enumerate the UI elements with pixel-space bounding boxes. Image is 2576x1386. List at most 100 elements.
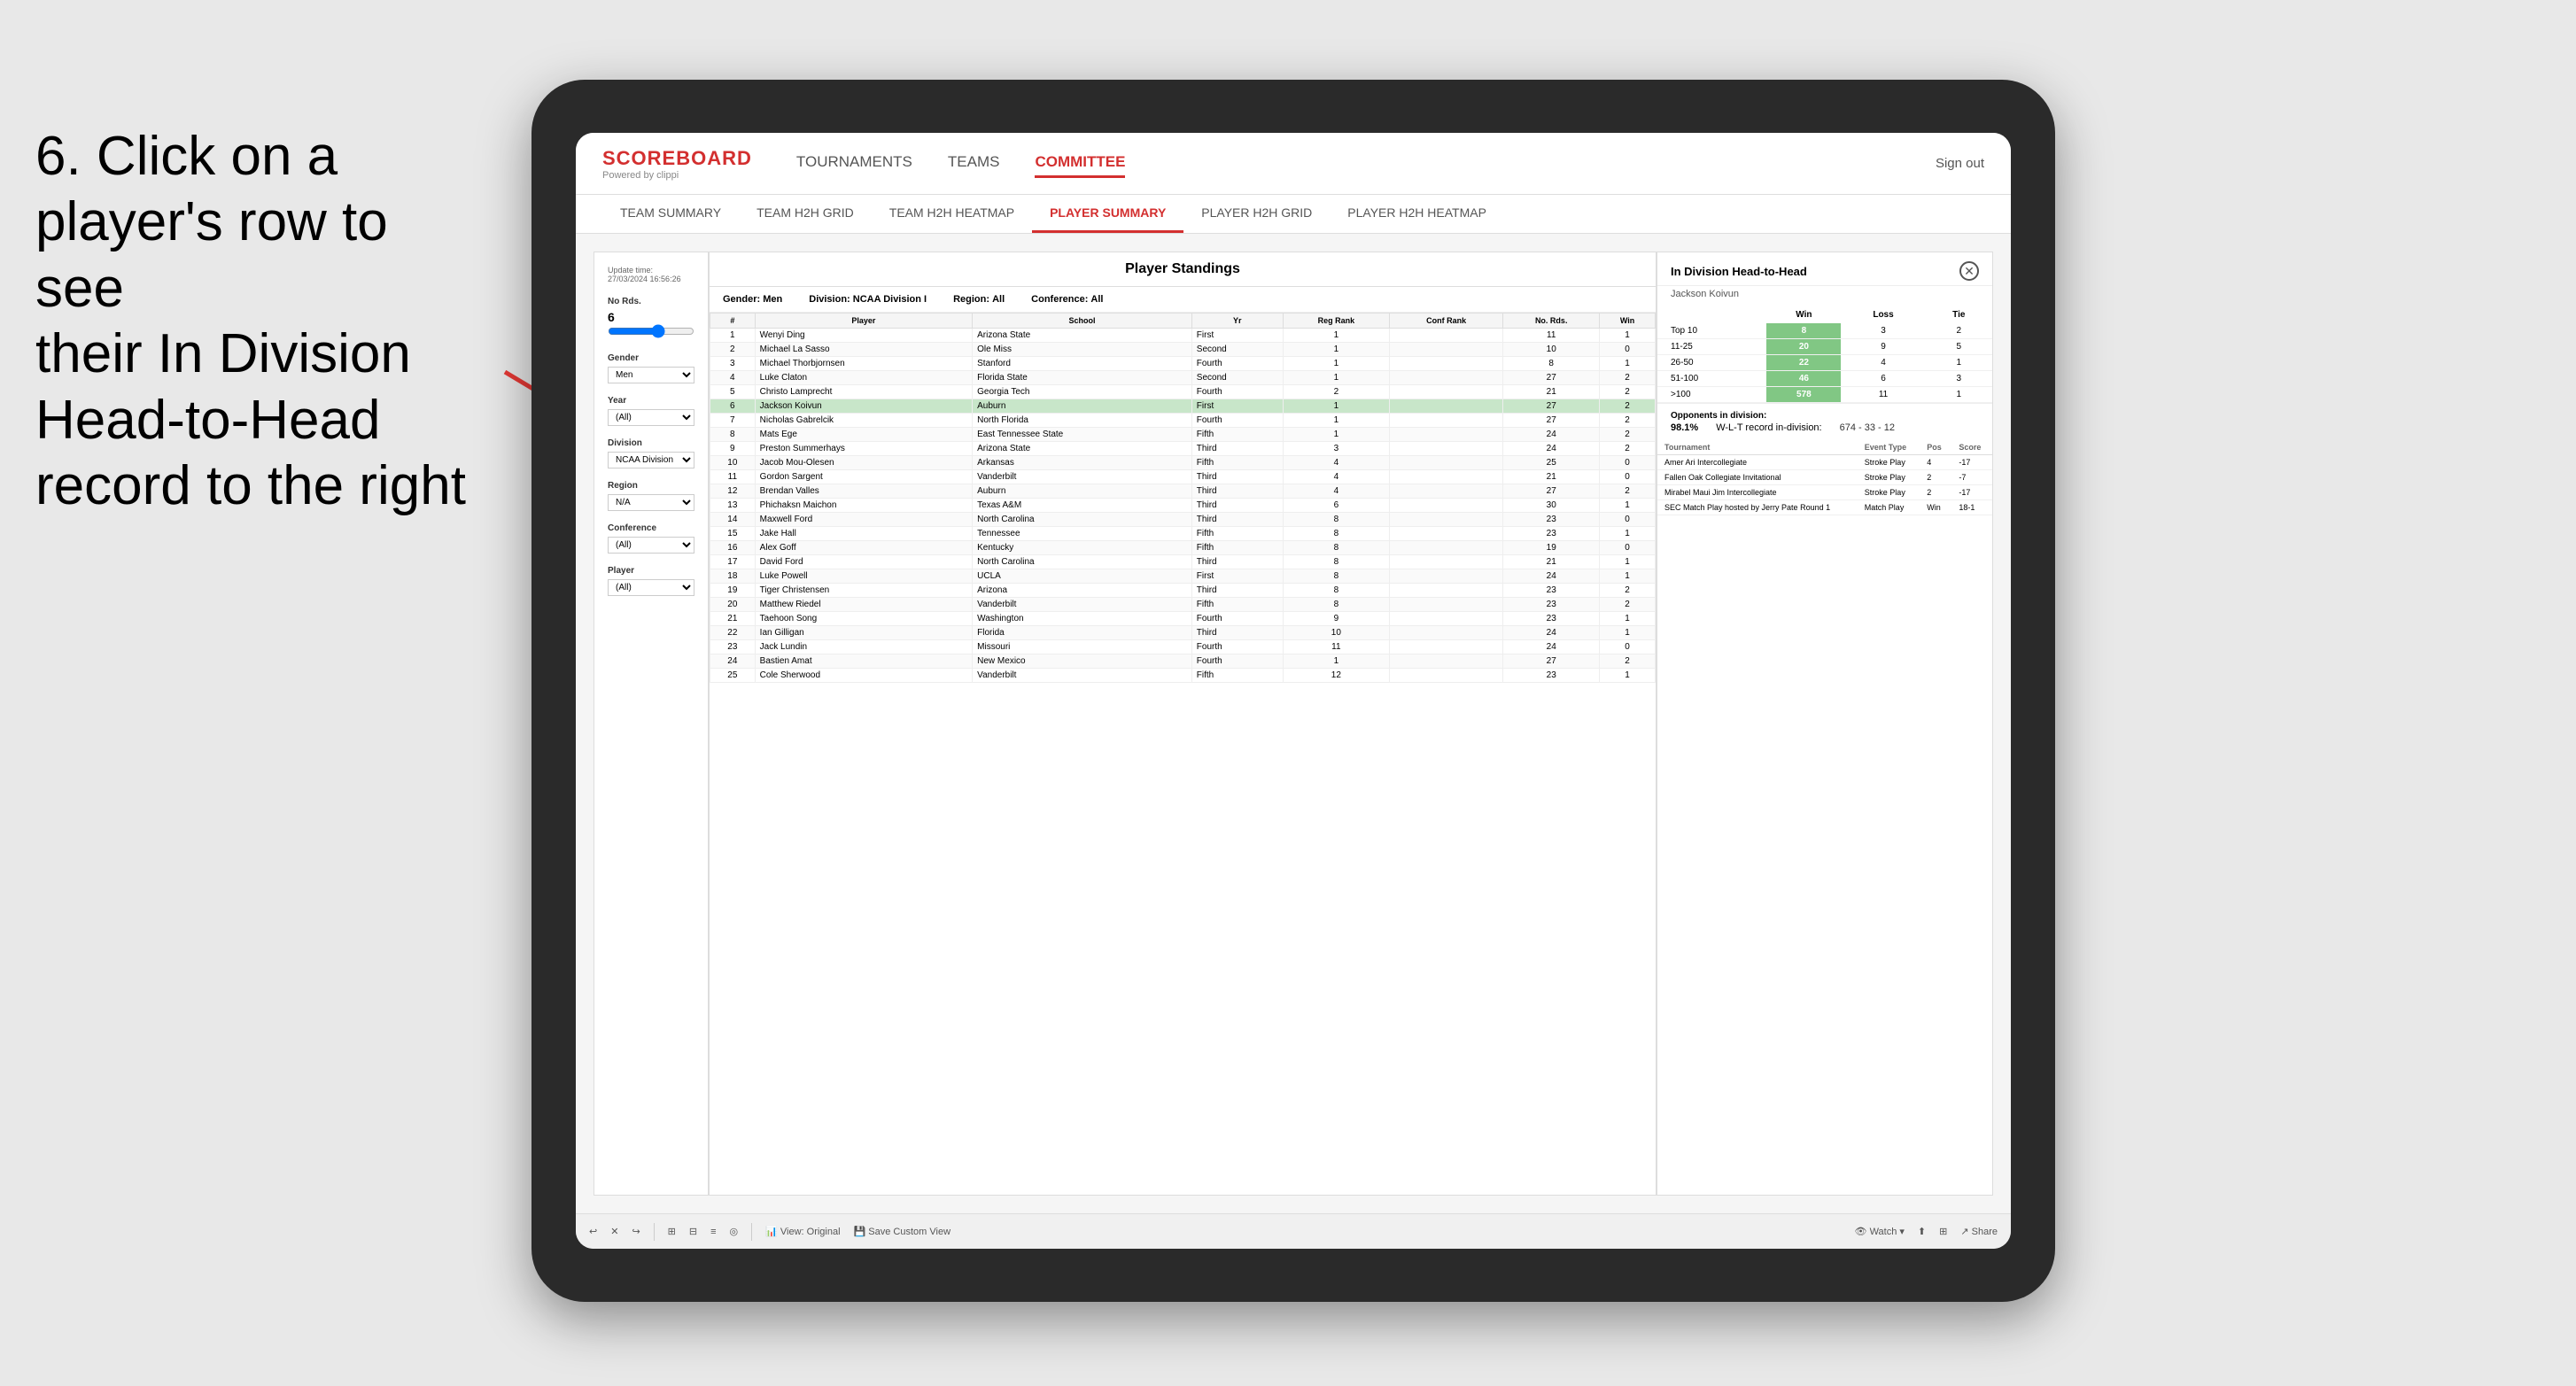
opponents-label: Opponents in division: — [1671, 411, 1979, 421]
player-table: # Player School Yr Reg Rank Conf Rank No… — [710, 313, 1656, 683]
undo-button[interactable]: ↩ — [589, 1226, 597, 1237]
subnav-team-h2h-heatmap[interactable]: TEAM H2H HEATMAP — [872, 195, 1032, 233]
filter-panel: Update time: 27/03/2024 16:56:26 No Rds.… — [594, 252, 709, 1196]
tourney-col-name: Tournament — [1657, 440, 1858, 455]
content-wrapper: Update time: 27/03/2024 16:56:26 No Rds.… — [594, 252, 1993, 1196]
table-row[interactable]: 20 Matthew Riedel Vanderbilt Fifth 8 23 … — [710, 598, 1656, 612]
gender-filter-display: Gender: Men — [723, 294, 782, 305]
opponents-section: Opponents in division: 98.1% W-L-T recor… — [1657, 403, 1992, 440]
wlt-label: W-L-T record in-division: — [1716, 422, 1821, 433]
col-no-rds: No. Rds. — [1503, 314, 1600, 329]
logo-subtitle: Powered by clippi — [602, 170, 752, 181]
tourney-col-score: Score — [1951, 440, 1992, 455]
h2h-col-loss: Loss — [1841, 306, 1925, 323]
year-select[interactable]: (All) — [608, 409, 694, 426]
nav-items: TOURNAMENTS TEAMS COMMITTEE — [796, 149, 1936, 178]
h2h-table: Win Loss Tie Top 10 8 3 2 11-25 20 9 5 2… — [1657, 306, 1992, 403]
table-row[interactable]: 18 Luke Powell UCLA First 8 24 1 — [710, 569, 1656, 584]
menu-button[interactable]: ≡ — [710, 1227, 716, 1237]
table-row[interactable]: 2 Michael La Sasso Ole Miss Second 1 10 … — [710, 343, 1656, 357]
player-filter: Player (All) — [608, 566, 694, 596]
no-rds-slider[interactable] — [608, 324, 694, 338]
h2h-panel: In Division Head-to-Head ✕ Jackson Koivu… — [1657, 252, 1993, 1196]
toolbar-sep-1 — [654, 1223, 655, 1241]
subnav-player-h2h-heatmap[interactable]: PLAYER H2H HEATMAP — [1330, 195, 1504, 233]
table-row[interactable]: 13 Phichaksn Maichon Texas A&M Third 6 3… — [710, 499, 1656, 513]
refresh-button[interactable]: ◎ — [730, 1226, 739, 1237]
col-rank: # — [710, 314, 756, 329]
year-label: Year — [608, 396, 694, 406]
view-original-button[interactable]: 📊 View: Original — [765, 1226, 840, 1237]
h2h-title-bar: In Division Head-to-Head ✕ — [1657, 252, 1992, 286]
redo-button[interactable]: ↪ — [632, 1226, 640, 1237]
sign-out-button[interactable]: Sign out — [1936, 156, 1984, 171]
player-select[interactable]: (All) — [608, 579, 694, 596]
toolbar-sep-2 — [751, 1223, 752, 1241]
division-select[interactable]: NCAA Division I — [608, 452, 694, 468]
tourney-col-type: Event Type — [1858, 440, 1920, 455]
table-row[interactable]: 22 Ian Gilligan Florida Third 10 24 1 — [710, 626, 1656, 640]
table-row[interactable]: 25 Cole Sherwood Vanderbilt Fifth 12 23 … — [710, 669, 1656, 683]
table-row[interactable]: 15 Jake Hall Tennessee Fifth 8 23 1 — [710, 527, 1656, 541]
table-row[interactable]: 5 Christo Lamprecht Georgia Tech Fourth … — [710, 385, 1656, 399]
no-rds-value: 6 — [608, 310, 694, 324]
subnav-player-summary[interactable]: PLAYER SUMMARY — [1032, 195, 1183, 233]
nav-teams[interactable]: TEAMS — [948, 149, 1000, 178]
table-row[interactable]: 4 Luke Claton Florida State Second 1 27 … — [710, 371, 1656, 385]
h2h-col-win: Win — [1766, 306, 1841, 323]
h2h-player-name: Jackson Koivun — [1657, 286, 1992, 306]
main-content: Update time: 27/03/2024 16:56:26 No Rds.… — [576, 234, 2011, 1213]
table-row[interactable]: 23 Jack Lundin Missouri Fourth 11 24 0 — [710, 640, 1656, 654]
add-button[interactable]: ⊞ — [668, 1226, 676, 1237]
col-conf-rank: Conf Rank — [1390, 314, 1503, 329]
share-button[interactable]: ↗ Share — [1960, 1226, 1998, 1237]
region-filter-display: Region: All — [953, 294, 1005, 305]
division-label: Division — [608, 438, 694, 448]
conference-select[interactable]: (All) — [608, 537, 694, 554]
remove-button[interactable]: ⊟ — [689, 1226, 697, 1237]
table-row[interactable]: 7 Nicholas Gabrelcik North Florida Fourt… — [710, 414, 1656, 428]
tablet-screen: SCOREBOARD Powered by clippi TOURNAMENTS… — [576, 133, 2011, 1249]
table-row[interactable]: 9 Preston Summerhays Arizona State Third… — [710, 442, 1656, 456]
division-filter: Division NCAA Division I — [608, 438, 694, 468]
table-row[interactable]: 19 Tiger Christensen Arizona Third 8 23 … — [710, 584, 1656, 598]
region-label: Region — [608, 481, 694, 491]
table-row[interactable]: 6 Jackson Koivun Auburn First 1 27 2 — [710, 399, 1656, 414]
table-row[interactable]: 8 Mats Ege East Tennessee State Fifth 1 … — [710, 428, 1656, 442]
no-rds-label: No Rds. — [608, 297, 694, 306]
standings-area: Player Standings Gender: Men Division: N… — [709, 252, 1657, 1196]
gender-label: Gender — [608, 353, 694, 363]
subnav-team-summary[interactable]: TEAM SUMMARY — [602, 195, 739, 233]
save-custom-view-button[interactable]: 💾 Save Custom View — [854, 1226, 950, 1237]
close-button[interactable]: ✕ — [610, 1226, 618, 1237]
table-row[interactable]: 24 Bastien Amat New Mexico Fourth 1 27 2 — [710, 654, 1656, 669]
subnav-team-h2h-grid[interactable]: TEAM H2H GRID — [739, 195, 872, 233]
table-row[interactable]: 12 Brendan Valles Auburn Third 4 27 2 — [710, 484, 1656, 499]
table-row[interactable]: 17 David Ford North Carolina Third 8 21 … — [710, 555, 1656, 569]
year-filter: Year (All) — [608, 396, 694, 426]
grid-button[interactable]: ⊞ — [1939, 1226, 1947, 1237]
table-row[interactable]: 16 Alex Goff Kentucky Fifth 8 19 0 — [710, 541, 1656, 555]
upload-button[interactable]: ⬆ — [1918, 1226, 1926, 1237]
table-row[interactable]: 3 Michael Thorbjornsen Stanford Fourth 1… — [710, 357, 1656, 371]
tourney-col-pos: Pos — [1920, 440, 1951, 455]
region-select[interactable]: N/A — [608, 494, 694, 511]
table-row[interactable]: 14 Maxwell Ford North Carolina Third 8 2… — [710, 513, 1656, 527]
watch-button[interactable]: 👁 Watch ▾ — [1855, 1226, 1905, 1237]
h2h-title: In Division Head-to-Head — [1671, 265, 1807, 278]
conference-filter: Conference (All) — [608, 523, 694, 554]
gender-select[interactable]: Men — [608, 367, 694, 383]
opponents-pct: 98.1% — [1671, 422, 1698, 433]
table-row[interactable]: 1 Wenyi Ding Arizona State First 1 11 1 — [710, 329, 1656, 343]
table-row[interactable]: 10 Jacob Mou-Olesen Arkansas Fifth 4 25 … — [710, 456, 1656, 470]
nav-tournaments[interactable]: TOURNAMENTS — [796, 149, 912, 178]
col-win: Win — [1600, 314, 1656, 329]
table-row[interactable]: 11 Gordon Sargent Vanderbilt Third 4 21 … — [710, 470, 1656, 484]
col-yr: Yr — [1191, 314, 1283, 329]
table-row[interactable]: 21 Taehoon Song Washington Fourth 9 23 1 — [710, 612, 1656, 626]
sub-nav: TEAM SUMMARY TEAM H2H GRID TEAM H2H HEAT… — [576, 195, 2011, 234]
subnav-player-h2h-grid[interactable]: PLAYER H2H GRID — [1183, 195, 1330, 233]
h2h-close-button[interactable]: ✕ — [1959, 261, 1979, 281]
nav-committee[interactable]: COMMITTEE — [1035, 149, 1125, 178]
division-filter-display: Division: NCAA Division I — [809, 294, 927, 305]
